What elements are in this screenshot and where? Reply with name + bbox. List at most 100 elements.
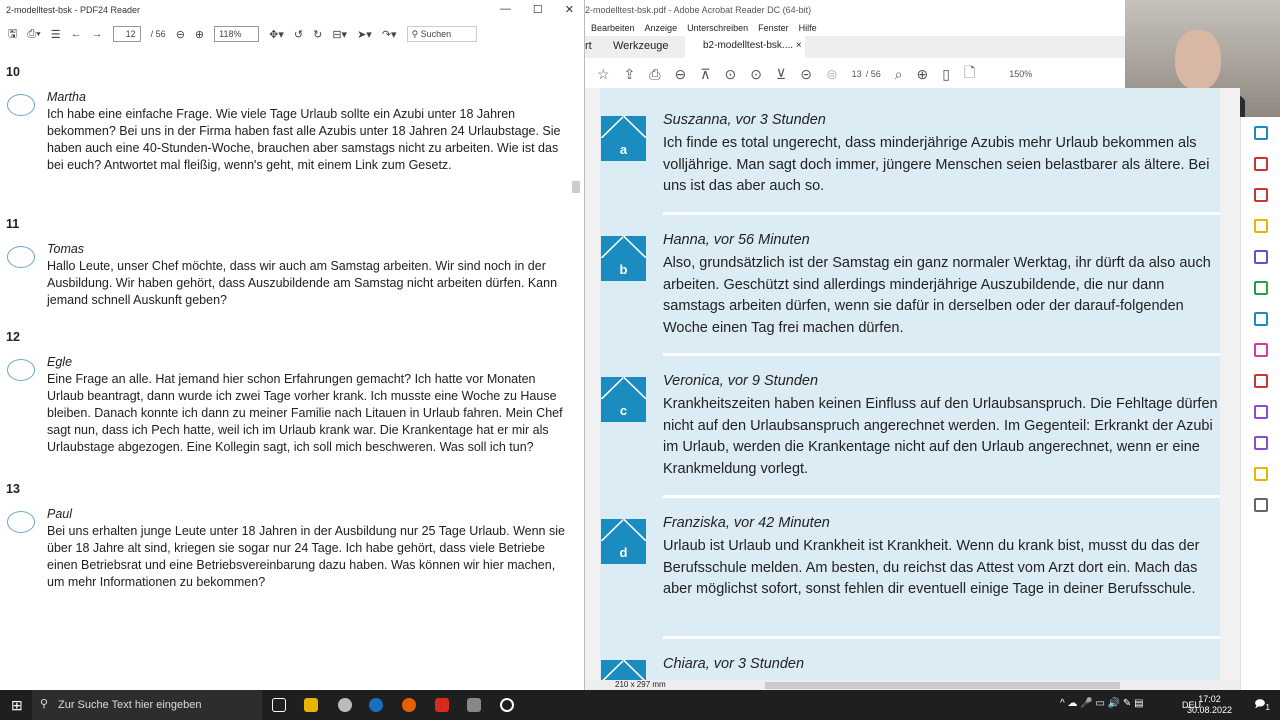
prev-page-icon[interactable]: ⊙ [724, 66, 736, 83]
taskbar-search[interactable]: ⚲ Zur Suche Text hier eingeben [32, 690, 262, 720]
marquee-zoom-icon[interactable]: ⌕ [895, 66, 903, 83]
tools-more-icon[interactable] [1253, 498, 1268, 512]
rotate-right-icon[interactable]: ↻ [313, 28, 322, 41]
app-icon[interactable] [338, 698, 352, 712]
notification-icon[interactable]: 🗩1 [1254, 697, 1270, 714]
edge-icon[interactable] [369, 698, 383, 712]
menu-bearbeiten[interactable]: Bearbeiten [591, 23, 635, 33]
organize-icon[interactable] [1253, 157, 1268, 171]
zoom-search-icon[interactable]: ⊖ [675, 66, 687, 83]
speech-bubble-icon [7, 359, 35, 381]
pdf24-window: 2-modelltest-bsk - PDF24 Reader — ☐ ✕ 🖫 ⎙▾… [0, 0, 585, 690]
comment-icon[interactable] [1253, 219, 1268, 233]
windows-start-icon[interactable]: ⊞ [11, 697, 23, 714]
search-input[interactable]: ⚲ Suchen [406, 26, 477, 42]
zoom-in-icon[interactable]: ⊕ [195, 28, 204, 41]
zoom-select[interactable]: 118% [214, 26, 260, 42]
speech-bubble-icon [7, 246, 35, 268]
excel-icon[interactable] [1253, 281, 1268, 295]
next-page-icon[interactable]: → [92, 28, 103, 40]
document-page: 10 Martha Ich habe eine einfache Frage. Wi… [0, 56, 572, 625]
fit-icon[interactable]: ⊟▾ [332, 28, 347, 41]
print-icon[interactable]: ⎙ [649, 66, 660, 83]
close-icon[interactable]: ✕ [565, 3, 574, 16]
file-explorer-icon[interactable] [304, 698, 318, 712]
compress-icon[interactable] [1253, 312, 1268, 326]
protect-icon[interactable] [1253, 405, 1268, 419]
find-icon[interactable]: 🗋 [964, 62, 975, 86]
tray-icons[interactable]: ^ ☁ 🎤 ▭ 🔊 ✎ ▤ [1060, 698, 1144, 709]
sign-icon[interactable] [1253, 343, 1268, 357]
divider [663, 495, 1220, 498]
clock[interactable]: 17:02 30.08.2022 [1187, 694, 1232, 716]
page-size: 210 x 297 mm [615, 680, 666, 689]
stamp-icon[interactable] [1253, 467, 1268, 481]
export-pdf-icon[interactable] [1253, 126, 1268, 140]
next-page-icon[interactable]: ⊙ [750, 66, 762, 83]
task-view-icon[interactable] [272, 698, 286, 712]
question: 10 Martha Ich habe eine einfache Frage. Wi… [6, 65, 561, 172]
share-icon[interactable]: ↷▾ [382, 28, 397, 41]
tab-tools[interactable]: Werkzeuge [613, 36, 668, 58]
tab-start[interactable]: rt [585, 36, 592, 58]
fill-sign-icon[interactable] [1253, 436, 1268, 450]
page-total: / 56 [150, 29, 166, 39]
divider [663, 212, 1220, 215]
tab-document[interactable]: b2-modelltest-bsk.... × [685, 36, 805, 58]
horizontal-scrollbar[interactable] [765, 682, 1120, 689]
minimize-icon[interactable]: — [500, 3, 511, 16]
move-icon[interactable]: ✥▾ [269, 28, 284, 41]
zoom-icon[interactable]: ⊕ [917, 66, 929, 83]
tools-sidebar [1240, 117, 1280, 690]
zoom-select[interactable]: 150% [1009, 69, 1032, 79]
envelope-icon [601, 660, 646, 680]
toolbar: ☆ ⇪ ⎙ ⊖ ⊼ ⊙ ⊙ ⊻ ⊝ ⊜ 13 / 56 ⌕ ⊕ ▯ 🗋 150% [585, 60, 1125, 88]
divider [663, 636, 1220, 639]
zoom-out-icon[interactable]: ⊖ [176, 28, 185, 41]
status-bar: 210 x 297 mm [585, 680, 1240, 690]
menu-anzeige[interactable]: Anzeige [645, 23, 678, 33]
page-input[interactable]: 12 [112, 26, 141, 42]
pdf24-icon[interactable] [467, 698, 481, 712]
page-total: / 56 [865, 69, 881, 79]
tab-bar: rt Werkzeuge b2-modelltest-bsk.... × [585, 36, 1125, 58]
question: 12 Egle Eine Frage an alle. Hat jemand hie… [6, 330, 563, 454]
page-view-icon[interactable]: ▯ [942, 66, 950, 83]
toolbar: 🖫 ⎙▾ ☰ ← → 12 / 56 ⊖ ⊕ 118% ✥▾ ↺ ↻ ⊟▾ ➤▾… [0, 24, 585, 44]
menu-unterschreiben[interactable]: Unterschreiben [687, 23, 748, 33]
menu-bar: Bearbeiten Anzeige Unterschreiben Fenste… [585, 20, 1125, 36]
envelope-icon: b [601, 236, 646, 281]
speech-bubble-icon [7, 511, 35, 533]
close-tab-icon[interactable]: × [796, 40, 802, 51]
acrobat-icon[interactable] [435, 698, 449, 712]
last-page-icon[interactable]: ⊻ [776, 66, 786, 83]
search-icon: ⚲ [40, 698, 49, 710]
menu-fenster[interactable]: Fenster [758, 23, 789, 33]
back-icon[interactable]: ⊝ [800, 66, 812, 83]
print-icon[interactable]: ⎙▾ [27, 28, 40, 41]
envelope-icon: c [601, 377, 646, 422]
create-pdf-icon[interactable] [1253, 188, 1268, 202]
edit-pdf-icon[interactable] [1253, 374, 1268, 388]
rotate-left-icon[interactable]: ↺ [294, 28, 303, 41]
menu-hilfe[interactable]: Hilfe [799, 23, 817, 33]
recorder-icon[interactable] [500, 698, 514, 712]
upload-icon[interactable]: ⇪ [624, 66, 636, 83]
window-title: 2-modelltest-bsk.pdf - Adobe Acrobat Rea… [585, 5, 812, 15]
document-page: a Suszanna, vor 3 Stunden Ich finde es tot… [600, 88, 1220, 680]
star-icon[interactable]: ☆ [597, 66, 610, 83]
first-page-icon[interactable]: ⊼ [700, 66, 710, 83]
firefox-icon[interactable] [402, 698, 416, 712]
combine-icon[interactable] [1253, 250, 1268, 264]
save-icon[interactable]: 🖫 [8, 25, 17, 44]
maximize-icon[interactable]: ☐ [533, 3, 543, 16]
divider [663, 353, 1220, 356]
envelope-icon: d [601, 519, 646, 564]
prev-page-icon[interactable]: ← [71, 28, 82, 40]
list-icon[interactable]: ☰ [51, 28, 61, 41]
forward-icon[interactable]: ⊜ [826, 66, 838, 83]
cursor-icon[interactable]: ➤▾ [357, 28, 372, 41]
question: 11 Tomas Hallo Leute, unser Chef möchte, d… [6, 217, 558, 307]
vertical-scrollbar[interactable] [572, 56, 580, 676]
page-input[interactable]: 13 [852, 69, 862, 79]
